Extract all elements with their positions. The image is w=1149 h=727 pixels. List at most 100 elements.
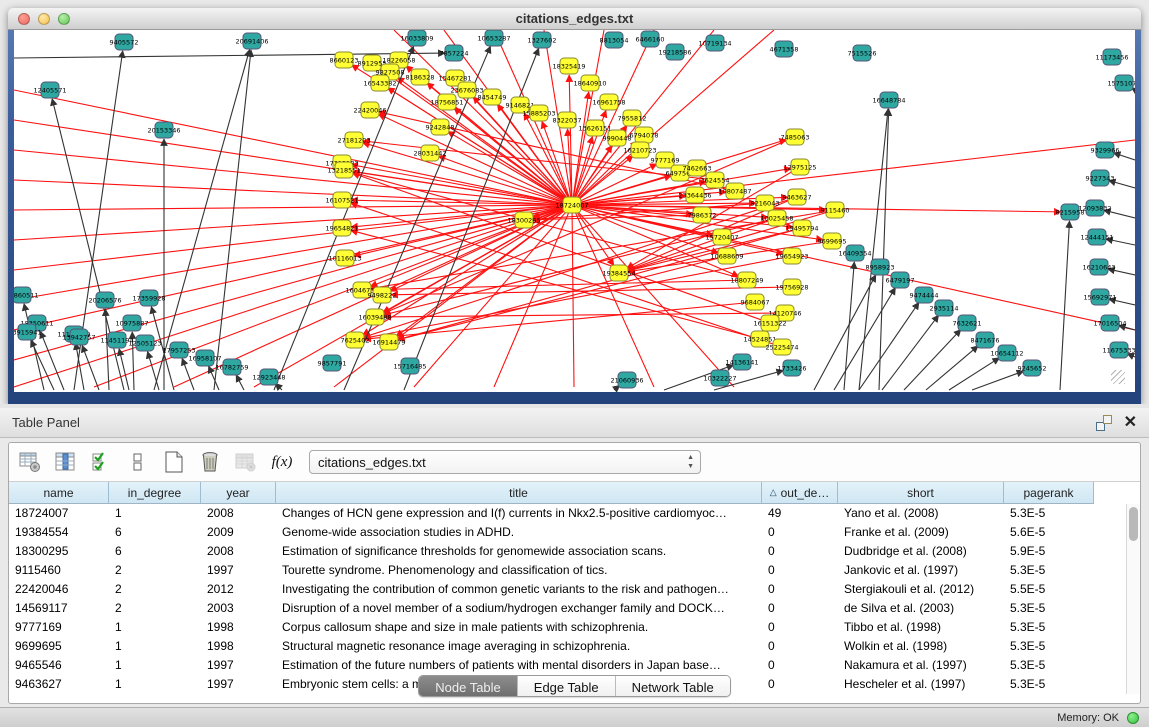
table-scrollbar[interactable] [1126,504,1140,694]
table-cell[interactable]: 2003 [201,599,276,618]
column-header-title[interactable]: title [276,482,762,504]
graph-node[interactable]: 9405572 [110,34,139,50]
table-cell[interactable]: Tourette syndrome. Phenomenology and cla… [276,561,762,580]
table-cell[interactable]: Franke et al. (2009) [838,523,1004,542]
column-header-outde[interactable]: △out_de… [762,482,838,504]
table-cell[interactable]: 1997 [201,656,276,675]
graph-node[interactable]: 6466160 [636,31,665,47]
table-cell[interactable]: 2 [109,599,201,618]
graph-node[interactable]: 4671358 [770,41,799,57]
table-cell[interactable]: 2 [109,561,201,580]
table-cell[interactable]: 2008 [201,504,276,523]
graph-node[interactable]: 9684067 [741,294,770,310]
graph-node[interactable]: 7857224 [440,45,469,61]
table-cell[interactable]: Structural magnetic resonance image aver… [276,637,762,656]
graph-node[interactable]: 7515526 [848,45,877,61]
table-cell[interactable]: 9699695 [9,637,109,656]
graph-node[interactable]: 7485063 [781,129,810,145]
graph-node[interactable]: 8471676 [971,332,1000,348]
table-cell[interactable]: Wolkin et al. (1998) [838,637,1004,656]
graph-node[interactable]: 9857791 [318,355,347,371]
tab-edge-table[interactable]: Edge Table [518,676,616,696]
table-cell[interactable]: 6 [109,523,201,542]
tab-node-table[interactable]: Node Table [419,676,518,696]
graph-node[interactable]: 11675333 [1102,342,1135,358]
table-cell[interactable]: 0 [762,599,838,618]
table-cell[interactable]: 5.3E-5 [1004,504,1094,523]
table-cell[interactable]: 0 [762,523,838,542]
graph-node[interactable]: 7632621 [953,315,982,331]
table-cell[interactable]: 5.3E-5 [1004,637,1094,656]
row-height-icon[interactable] [125,449,151,475]
delete-table-icon[interactable] [197,449,223,475]
window-resize-grip[interactable] [1111,370,1125,384]
graph-node[interactable]: 9699695 [818,233,847,249]
table-cell[interactable]: 9465546 [9,656,109,675]
graph-node[interactable]: 16409354 [838,245,871,261]
column-header-year[interactable]: year [201,482,276,504]
graph-node[interactable]: 9227343 [1086,170,1115,186]
graph-node[interactable]: 21060936 [610,372,643,388]
graph-node[interactable]: 12444151 [1080,229,1113,245]
table-cell[interactable]: Disruption of a novel member of a sodium… [276,599,762,618]
graph-node[interactable]: 10688609 [710,248,743,264]
column-header-name[interactable]: name [9,482,109,504]
table-cell[interactable]: Tibbo et al. (1998) [838,618,1004,637]
table-cell[interactable]: 1 [109,504,201,523]
table-row[interactable]: 1456911722003Disruption of a novel membe… [9,599,1140,618]
graph-node[interactable]: 9474444 [910,287,939,303]
graph-node[interactable]: 1733426 [778,360,807,376]
graph-node[interactable]: 21860511 [14,287,39,303]
network-canvas[interactable]: 1872400794055722069140616033809785722410… [14,30,1135,392]
table-cell[interactable]: 14569117 [9,599,109,618]
citation-network-graph[interactable]: 1872400794055722069140616033809785722410… [14,30,1135,392]
table-cell[interactable]: 0 [762,580,838,599]
table-cell[interactable]: 1 [109,656,201,675]
minimize-window-icon[interactable] [38,13,50,25]
graph-node[interactable]: 8813054 [600,32,629,48]
table-cell[interactable]: 1997 [201,561,276,580]
graph-node[interactable]: 16648784 [872,92,905,108]
row-selection-icon[interactable] [89,449,115,475]
graph-node[interactable]: 19384554 [602,265,635,281]
graph-node[interactable]: 27181203 [337,132,370,148]
table-cell[interactable]: 0 [762,542,838,561]
graph-node[interactable]: 8958923 [866,259,895,275]
table-cell[interactable]: 5.9E-5 [1004,542,1094,561]
graph-node[interactable]: 19756928 [775,279,808,295]
table-row[interactable]: 911546021997Tourette syndrome. Phenomeno… [9,561,1140,580]
table-cell[interactable]: 5.3E-5 [1004,618,1094,637]
table-row[interactable]: 969969511998Structural magnetic resonanc… [9,637,1140,656]
graph-node[interactable]: 2935114 [930,300,959,316]
table-cell[interactable]: Estimation of the future numbers of pati… [276,656,762,675]
table-cell[interactable]: Investigating the contribution of common… [276,580,762,599]
graph-node[interactable]: 16033809 [400,30,433,46]
graph-node[interactable]: 10654112 [990,345,1023,361]
column-header-short[interactable]: short [838,482,1004,504]
table-cell[interactable]: Stergiakouli et al. (2012) [838,580,1004,599]
table-settings-icon[interactable] [17,449,43,475]
table-cell[interactable]: Dudbridge et al. (2008) [838,542,1004,561]
graph-node[interactable]: 20206576 [88,292,121,308]
table-cell[interactable]: 1998 [201,618,276,637]
table-row[interactable]: 2242004622012Investigating the contribut… [9,580,1140,599]
graph-node[interactable]: 15716485 [393,358,426,374]
graph-node[interactable]: 20691406 [235,33,268,49]
graph-node[interactable]: 15692971 [1083,289,1116,305]
graph-node[interactable]: 9463627 [783,189,812,205]
graph-node[interactable]: 12405571 [33,82,66,98]
graph-node[interactable]: 9245652 [1018,360,1047,376]
column-visibility-icon[interactable] [53,449,79,475]
graph-node[interactable]: 10653287 [477,30,510,46]
table-select-dropdown[interactable]: citations_edges.txt ▲▼ [309,450,701,474]
new-table-icon[interactable] [161,449,187,475]
table-cell[interactable]: 0 [762,656,838,675]
column-header-pagerank[interactable]: pagerank [1004,482,1094,504]
column-header-indegree[interactable]: in_degree [109,482,201,504]
table-cell[interactable]: Yano et al. (2008) [838,504,1004,523]
table-cell[interactable]: 1 [109,637,201,656]
table-cell[interactable]: 5.3E-5 [1004,599,1094,618]
graph-node[interactable]: 7986372 [688,207,717,223]
close-window-icon[interactable] [18,13,30,25]
close-panel-icon[interactable]: ✕ [1124,415,1137,431]
